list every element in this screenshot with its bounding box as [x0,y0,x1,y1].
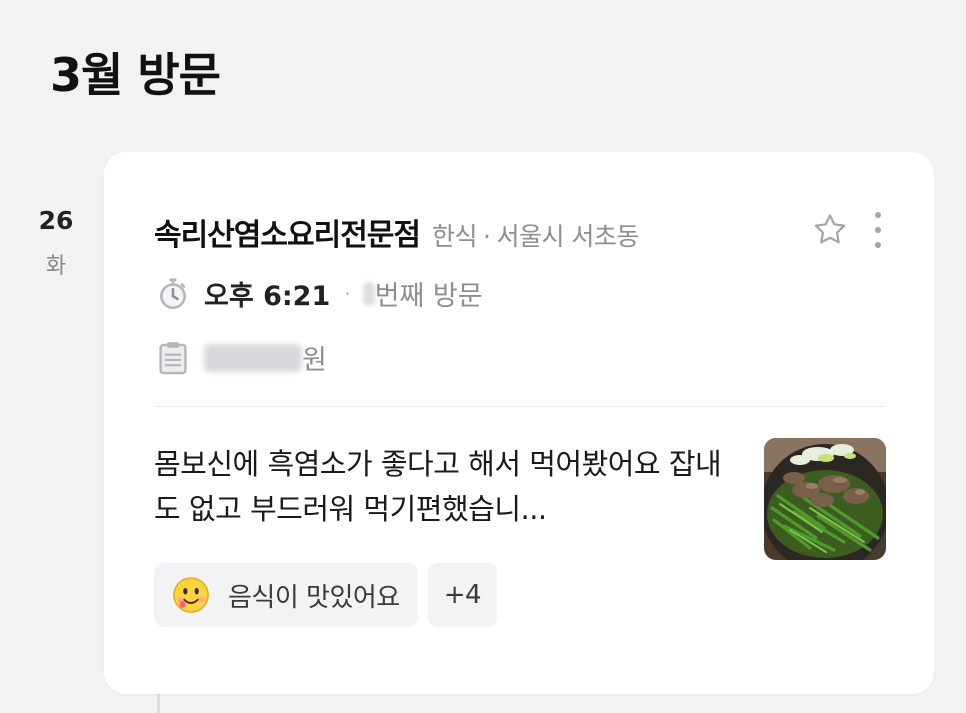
receipt-icon [159,341,187,374]
timeline-line [157,693,160,713]
card-header: 속리산염소요리전문점 한식 · 서울시 서초동 [154,210,639,254]
meta-separator: · [483,222,491,251]
date-weekday: 화 [45,254,67,279]
date-day: 26 [38,206,74,235]
visit-time: 오후 6:21 [204,281,331,312]
more-dot [875,227,881,233]
price-amount-redacted [204,343,302,372]
place-category: 한식 [432,222,478,251]
star-outline-icon [814,214,846,244]
review-text[interactable]: 몸보신에 흑염소가 좋다고 해서 먹어봤어요 잡내도 없고 부드러워 먹기편했습… [154,442,744,532]
review-tags: 음식이 맛있어요 +4 [154,563,498,627]
more-vertical-icon[interactable] [866,208,890,252]
divider [154,406,886,407]
place-name[interactable]: 속리산염소요리전문점 [154,210,421,254]
more-tags-button[interactable]: +4 [427,563,498,627]
food-photo[interactable] [764,438,886,560]
visit-time-row: 오후 6:21 · 번째 방문 [156,274,483,313]
more-tags-count: +4 [443,580,482,610]
visit-date: 26 화 [30,206,82,280]
tag-food-tasty[interactable]: 음식이 맛있어요 [154,563,418,627]
food-photo-image [764,438,886,560]
smiling-face-emoji-icon [173,577,209,613]
stopwatch-icon [160,277,186,309]
favorite-button[interactable] [810,210,850,250]
more-dot [875,212,881,218]
visit-card[interactable]: 속리산염소요리전문점 한식·서울시 서초동 오후 6:21 · 번째 방문 [104,152,934,694]
visit-count-label: 번째 방문 [374,281,483,312]
place-location: 서울시 서초동 [496,222,639,251]
tag-label: 음식이 맛있어요 [228,582,400,613]
more-dot [875,242,881,248]
price-unit: 원 [302,345,327,376]
price-row: 원 [158,338,327,377]
visit-count-redacted [362,281,375,306]
section-title: 3월 방문 [50,48,221,102]
time-separator: · [344,281,351,306]
place-meta: 한식 · 서울시 서초동 [432,217,639,253]
